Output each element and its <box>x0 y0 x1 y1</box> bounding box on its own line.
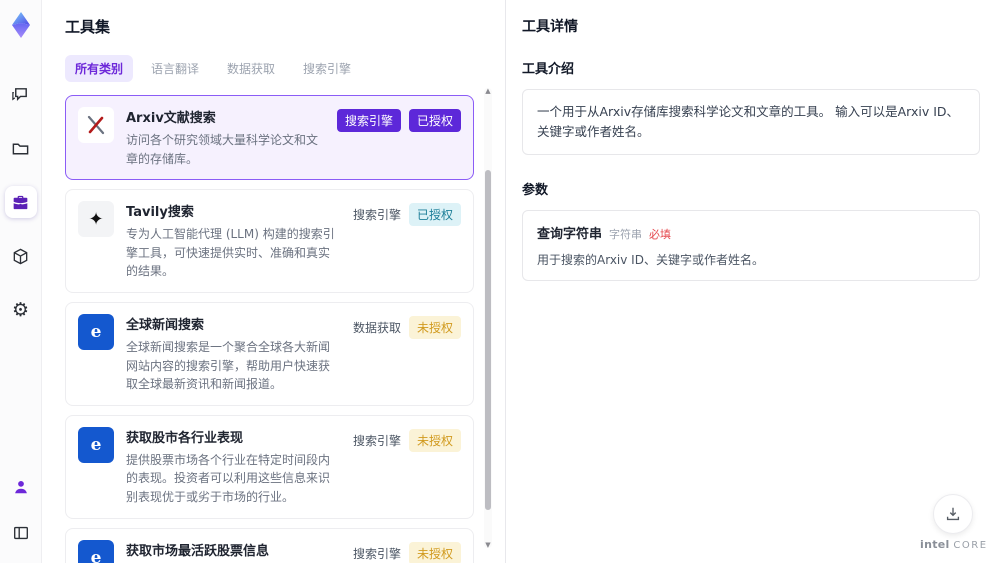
left-icon-rail: ⚙ <box>0 0 42 563</box>
tool-title: 全球新闻搜索 <box>126 317 205 333</box>
page-title: 工具集 <box>65 18 111 36</box>
tool-title: 获取股市各行业表现 <box>126 430 244 446</box>
tool-title: Arxiv文献搜索 <box>126 111 216 126</box>
tool-detail-panel: 工具详情 工具介绍 一个用于从Arxiv存储库搜索科学论文和文章的工具。 输入可… <box>505 0 1000 563</box>
tab-search-engine[interactable]: 搜索引擎 <box>293 55 361 82</box>
tool-description: 提供股票市场各个行业在特定时间段内的表现。投资者可以利用这些信息来识别表现优于或… <box>126 452 331 504</box>
status-badge: 已授权 <box>408 203 461 227</box>
corner-widgets: intel core <box>920 494 986 551</box>
param-type: 字符串 <box>609 228 643 241</box>
status-badge: 未授权 <box>408 428 461 452</box>
briefcase-icon <box>11 193 30 212</box>
gear-icon: ⚙ <box>11 298 30 321</box>
detail-panel-title: 工具详情 <box>522 19 578 35</box>
panel-toggle-icon <box>12 524 30 542</box>
tool-card-tavily[interactable]: ✦ Tavily搜索 专为人工智能代理 (LLM) 构建的搜索引擎工具，可快速提… <box>65 189 474 293</box>
intel-core-logo: intel core <box>920 538 988 551</box>
tool-title: Tavily搜索 <box>126 205 194 221</box>
category-label: 搜索引擎 <box>352 433 401 448</box>
tool-card-global-news[interactable]: e 全球新闻搜索 全球新闻搜索是一个聚合全球各大新闻网站内容的搜索引擎，帮助用户… <box>65 301 474 406</box>
scrollbar-thumb[interactable] <box>485 170 491 510</box>
stock-sector-logo-icon: e <box>78 426 114 463</box>
category-label: 搜索引擎 <box>352 208 401 223</box>
app-window: ⚙ 工具集 所有类别 语言翻译 数据获取 搜索引擎 Arxiv文献搜索 访问各个… <box>0 0 1000 563</box>
sidebar-item-tools[interactable] <box>4 186 37 218</box>
tool-description: 全球新闻搜索是一个聚合全球各大新闻网站内容的搜索引擎，帮助用户快速获取全球最新资… <box>126 339 331 392</box>
download-button[interactable] <box>933 494 973 534</box>
sidebar-item-settings[interactable]: ⚙ <box>5 294 37 326</box>
cube-icon <box>11 247 30 266</box>
sidebar-item-account[interactable] <box>5 471 37 503</box>
scroll-up-arrow-icon[interactable]: ▲ <box>484 87 492 95</box>
chat-icon <box>11 85 30 104</box>
tool-title: 获取市场最活跃股票信息 <box>126 543 270 559</box>
status-badge: 未授权 <box>408 541 461 563</box>
tool-description: 专为人工智能代理 (LLM) 构建的搜索引擎工具，可快速提供实时、准确和真实的结… <box>126 227 335 279</box>
intro-heading: 工具介绍 <box>522 62 575 77</box>
param-description: 用于搜索的Arxiv ID、关键字或作者姓名。 <box>537 253 764 267</box>
tab-data-fetch[interactable]: 数据获取 <box>217 55 285 82</box>
list-scrollbar[interactable]: ▲ ▼ <box>484 87 492 549</box>
sidebar-item-collapse[interactable] <box>5 517 37 549</box>
folder-icon <box>11 139 30 158</box>
intro-text-box: 一个用于从Arxiv存储库搜索科学论文和文章的工具。 输入可以是Arxiv ID… <box>522 89 980 155</box>
user-icon <box>12 478 30 496</box>
param-required-flag: 必填 <box>649 228 672 241</box>
stock-active-logo-icon: e <box>78 539 114 563</box>
category-badge: 搜索引擎 <box>336 109 401 132</box>
param-name: 查询字符串 <box>537 227 603 242</box>
category-label: 搜索引擎 <box>352 546 401 561</box>
tool-card-arxiv[interactable]: Arxiv文献搜索 访问各个研究领域大量科学论文和文章的存储库。 搜索引擎 已授… <box>65 95 474 181</box>
parameter-card: 查询字符串 字符串 必填 用于搜索的Arxiv ID、关键字或作者姓名。 <box>522 210 980 281</box>
app-logo-icon <box>6 10 36 40</box>
download-icon <box>944 505 962 523</box>
sidebar-item-files[interactable] <box>5 132 37 164</box>
tavily-sparkle-icon: ✦ <box>78 201 114 238</box>
tool-list-panel: 工具集 所有类别 语言翻译 数据获取 搜索引擎 Arxiv文献搜索 访问各个研究… <box>42 0 505 563</box>
arxiv-logo-icon <box>78 107 114 143</box>
tool-card-stock-sector[interactable]: e 获取股市各行业表现 提供股票市场各个行业在特定时间段内的表现。投资者可以利用… <box>65 414 474 519</box>
tab-all-categories[interactable]: 所有类别 <box>65 55 134 82</box>
category-label: 数据获取 <box>352 320 401 335</box>
sidebar-item-chat[interactable] <box>5 78 37 110</box>
tab-language-translation[interactable]: 语言翻译 <box>141 55 209 82</box>
global-news-logo-icon: e <box>78 313 114 350</box>
status-badge: 已授权 <box>408 109 461 132</box>
sidebar-item-packages[interactable] <box>5 240 37 272</box>
scroll-down-arrow-icon[interactable]: ▼ <box>484 541 492 549</box>
tool-card-stock-active[interactable]: e 获取市场最活跃股票信息 提供当天交易量最高的股票列表，投资者可以利用这些信息… <box>65 527 474 563</box>
params-heading: 参数 <box>522 183 549 198</box>
category-tabs: 所有类别 语言翻译 数据获取 搜索引擎 <box>65 55 474 82</box>
tool-description: 访问各个研究领域大量科学论文和文章的存储库。 <box>126 133 319 166</box>
status-badge: 未授权 <box>408 315 461 339</box>
